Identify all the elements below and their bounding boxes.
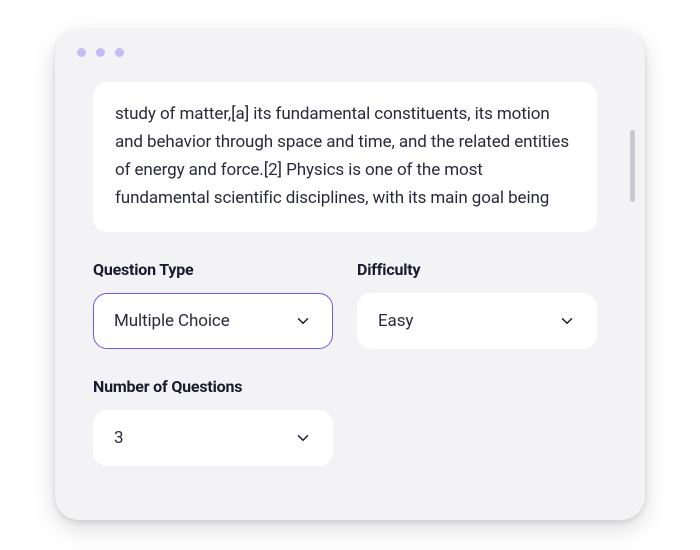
- difficulty-value: Easy: [378, 311, 413, 331]
- num-questions-label: Number of Questions: [93, 377, 333, 396]
- content-area: study of matter,[a] its fundamental cons…: [55, 74, 645, 520]
- difficulty-select[interactable]: Easy: [357, 293, 597, 349]
- titlebar: [55, 30, 645, 74]
- num-questions-group: Number of Questions 3: [93, 377, 333, 466]
- question-type-select[interactable]: Multiple Choice: [93, 293, 333, 349]
- window-control-dot[interactable]: [115, 48, 124, 57]
- question-type-label: Question Type: [93, 260, 333, 279]
- app-window: study of matter,[a] its fundamental cons…: [55, 30, 645, 520]
- scrollbar-thumb[interactable]: [630, 130, 635, 202]
- num-questions-value: 3: [114, 428, 123, 448]
- chevron-down-icon: [294, 429, 312, 447]
- window-control-dot[interactable]: [96, 48, 105, 57]
- question-type-group: Question Type Multiple Choice: [93, 260, 333, 349]
- chevron-down-icon: [558, 312, 576, 330]
- question-type-value: Multiple Choice: [114, 311, 230, 331]
- difficulty-group: Difficulty Easy: [357, 260, 597, 349]
- difficulty-label: Difficulty: [357, 260, 597, 279]
- window-control-dot[interactable]: [77, 48, 86, 57]
- source-text: study of matter,[a] its fundamental cons…: [115, 100, 575, 212]
- chevron-down-icon: [294, 312, 312, 330]
- num-questions-select[interactable]: 3: [93, 410, 333, 466]
- form-row: Number of Questions 3: [93, 377, 597, 466]
- source-text-card: study of matter,[a] its fundamental cons…: [93, 82, 597, 232]
- form-row: Question Type Multiple Choice Difficulty…: [93, 260, 597, 349]
